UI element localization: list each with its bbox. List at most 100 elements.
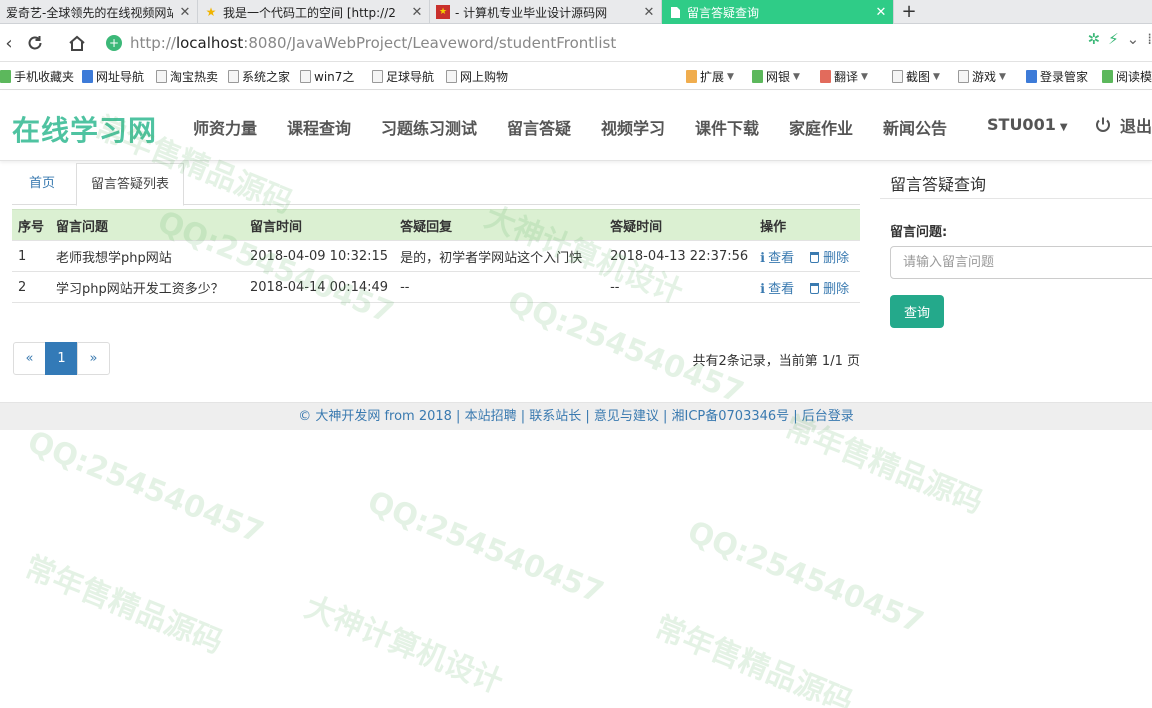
toolbar-bank[interactable]: 网银 ▼ xyxy=(752,68,800,85)
extension-icon[interactable]: ✲ xyxy=(1088,30,1101,48)
column-header: 留言问题 xyxy=(50,209,244,241)
toolbar-reader[interactable]: 阅读模 xyxy=(1102,68,1152,85)
table-header-row: 序号 留言问题 留言时间 答疑回复 答疑时间 操作 xyxy=(12,209,860,241)
message-table: 序号 留言问题 留言时间 答疑回复 答疑时间 操作 1 老师我想学php网站 2… xyxy=(12,209,860,303)
power-icon xyxy=(1096,117,1110,132)
view-link[interactable]: ℹ 查看 xyxy=(760,251,794,266)
nav-news[interactable]: 新闻公告 xyxy=(883,115,947,139)
delete-link[interactable]: 删除 xyxy=(810,282,849,297)
address-tools: ✲ ⚡ ⌄ ⁞ xyxy=(1088,30,1152,48)
bookmark-item[interactable]: 网上购物 xyxy=(446,68,508,85)
toolbar-translate[interactable]: 翻译 ▼ xyxy=(820,68,868,85)
bookmark-item[interactable]: 手机收藏夹 xyxy=(0,68,74,85)
gamepad-icon xyxy=(958,70,969,83)
url-host: localhost xyxy=(175,34,244,52)
record-summary: 共有2条记录，当前第 1/1 页 xyxy=(692,354,860,369)
back-icon[interactable]: ‹ xyxy=(0,30,22,56)
column-header: 操作 xyxy=(754,209,860,241)
nav-homework[interactable]: 家庭作业 xyxy=(789,115,853,139)
nav-teachers[interactable]: 师资力量 xyxy=(193,115,257,139)
address-bar[interactable]: + http://localhost:8080/JavaWebProject/L… xyxy=(106,29,1106,57)
bookmark-item[interactable]: win7之 xyxy=(300,68,354,85)
tab-title: 我是一个代码工的空间 [http://2 xyxy=(223,5,396,20)
url-path: :8080/JavaWebProject/Leaveword/studentFr… xyxy=(243,34,617,52)
page-icon xyxy=(668,5,682,19)
browser-tab-space[interactable]: ★ 我是一个代码工的空间 [http://2 ✕ xyxy=(198,0,430,24)
toolbar-game[interactable]: 游戏 ▼ xyxy=(958,68,1006,85)
nav-exercises[interactable]: 习题练习测试 xyxy=(381,115,477,139)
nav-courses[interactable]: 课程查询 xyxy=(287,115,351,139)
tab-home[interactable]: 首页 xyxy=(15,163,69,205)
browser-tab-active[interactable]: 留言答疑查询 ✕ xyxy=(662,0,894,24)
shield-icon: + xyxy=(106,35,122,51)
key-icon xyxy=(1026,70,1037,83)
logout-label: 退出 xyxy=(1120,117,1152,136)
toolbar-screenshot[interactable]: 截图 ▼ xyxy=(892,68,940,85)
watermark-text: QQ:254540457 xyxy=(22,424,269,551)
home-icon[interactable] xyxy=(64,30,90,56)
user-dropdown[interactable]: STU001 ▼ xyxy=(987,115,1068,134)
column-header: 留言时间 xyxy=(244,209,395,241)
page-icon xyxy=(372,70,383,83)
bookmark-item[interactable]: 网址导航 xyxy=(82,68,144,85)
nav-downloads[interactable]: 课件下载 xyxy=(695,115,759,139)
pager-prev-button[interactable]: « xyxy=(13,342,46,375)
view-link[interactable]: ℹ 查看 xyxy=(760,282,794,297)
browser-tab-iqiyi[interactable]: 爱奇艺-全球领先的在线视频网站 ✕ xyxy=(0,0,198,24)
toolbar-login-manager[interactable]: 登录管家 xyxy=(1026,68,1088,85)
trash-icon xyxy=(810,251,820,263)
browser-nav-bar: ‹ + http://localhost:8080/JavaWebProject… xyxy=(0,24,1152,62)
cell-no: 1 xyxy=(12,240,50,272)
lightning-icon[interactable]: ⚡ xyxy=(1108,30,1119,48)
book-icon xyxy=(1102,70,1113,83)
url-scheme: http:// xyxy=(130,34,176,52)
browser-tab-source[interactable]: ★ - 计算机专业毕业设计源码网 ✕ xyxy=(430,0,662,24)
question-search-input[interactable] xyxy=(890,246,1152,279)
tab-title: 爱奇艺-全球领先的在线视频网站 xyxy=(6,5,173,20)
site-footer[interactable]: © 大神开发网 from 2018 | 本站招聘 | 联系站长 | 意见与建议 … xyxy=(0,402,1152,430)
logout-link[interactable]: 退出 xyxy=(1094,113,1152,137)
page-icon xyxy=(446,70,457,83)
close-icon[interactable]: ✕ xyxy=(874,5,888,20)
column-header: 序号 xyxy=(12,209,50,241)
watermark-text: 常年售精品源码 xyxy=(649,609,858,708)
menu-icon[interactable]: ⁞ xyxy=(1147,30,1152,48)
site-logo[interactable]: 在线学习网 xyxy=(12,109,157,149)
close-icon[interactable]: ✕ xyxy=(178,5,192,20)
sidebar-divider xyxy=(880,198,1152,199)
search-button[interactable]: 查询 xyxy=(890,295,944,328)
close-icon[interactable]: ✕ xyxy=(642,5,656,20)
tab-message-list[interactable]: 留言答疑列表 xyxy=(76,163,185,206)
watermark-text: QQ:254540457 xyxy=(362,484,609,611)
bookmark-item[interactable]: 系统之家 xyxy=(228,68,290,85)
nav-messages[interactable]: 留言答疑 xyxy=(507,115,571,139)
bookmark-item[interactable]: 淘宝热卖 xyxy=(156,68,218,85)
info-icon: ℹ xyxy=(760,250,766,266)
pager-next-button[interactable]: » xyxy=(77,342,110,375)
toolbar-extend[interactable]: 扩展 ▼ xyxy=(686,68,734,85)
delete-link[interactable]: 删除 xyxy=(810,251,849,266)
chevron-down-icon: ▼ xyxy=(999,71,1006,82)
chevron-down-icon: ▼ xyxy=(727,71,734,82)
bookmark-item[interactable]: 足球导航 xyxy=(372,68,434,85)
cell-reply-time: -- xyxy=(604,271,755,303)
caret-down-icon: ▼ xyxy=(1059,122,1068,133)
chevron-down-icon[interactable]: ⌄ xyxy=(1127,30,1140,48)
watermark-text: 大神计算机设计 xyxy=(299,589,508,701)
grid-icon xyxy=(686,70,697,83)
sidebar-title: 留言答疑查询 xyxy=(890,175,987,194)
nav-videos[interactable]: 视频学习 xyxy=(601,115,665,139)
new-tab-button[interactable]: + xyxy=(898,0,920,24)
page-icon xyxy=(82,70,93,83)
watermark-text: QQ:254540457 xyxy=(682,514,929,641)
tab-title: 留言答疑查询 xyxy=(687,5,760,20)
reload-icon[interactable] xyxy=(22,30,48,56)
site-header: 在线学习网 师资力量 课程查询 习题练习测试 留言答疑 视频学习 课件下载 家庭… xyxy=(0,91,1152,161)
watermark-text: QQ:254540457 xyxy=(502,284,749,411)
cell-question: 老师我想学php网站 xyxy=(50,240,244,272)
pager-page-1[interactable]: 1 xyxy=(45,342,78,375)
site-favicon-icon: ★ xyxy=(436,5,450,19)
info-icon: ℹ xyxy=(760,281,766,297)
column-header: 答疑回复 xyxy=(394,209,605,241)
close-icon[interactable]: ✕ xyxy=(410,5,424,20)
